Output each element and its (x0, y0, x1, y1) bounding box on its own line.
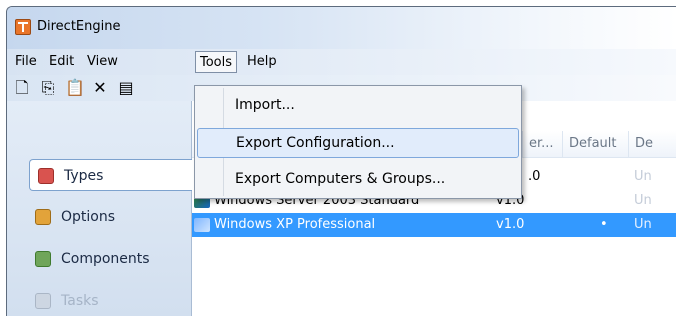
menu-view[interactable]: View (83, 53, 122, 71)
app-icon (15, 19, 31, 35)
types-icon (38, 168, 54, 184)
title-bar[interactable]: DirectEngine (7, 7, 676, 49)
menu-item-export-computers-groups[interactable]: Export Computers & Groups... (197, 164, 519, 194)
window-title: DirectEngine (37, 19, 121, 34)
menu-item-export-configuration[interactable]: Export Configuration... (197, 128, 519, 158)
row-default: • (600, 217, 608, 232)
menu-edit[interactable]: Edit (45, 53, 78, 71)
column-default[interactable]: Default (562, 131, 628, 157)
row-version: v1.0 (496, 217, 525, 232)
nav-label-components: Components (61, 251, 150, 267)
nav-label-tasks: Tasks (61, 293, 99, 309)
nav-label-options: Options (61, 209, 116, 225)
row-description: Un (634, 217, 652, 232)
nav-item-tasks[interactable]: Tasks (27, 285, 191, 316)
options-icon (35, 209, 51, 225)
column-description[interactable]: De (628, 131, 676, 157)
menu-bar: File Edit View Tools Help (7, 49, 676, 75)
menu-item-import[interactable]: Import... (197, 90, 519, 120)
properties-icon[interactable]: ▤ (117, 79, 135, 97)
tasks-icon (35, 293, 51, 309)
nav-label-types: Types (64, 168, 104, 184)
column-version[interactable]: er... (522, 131, 562, 157)
tools-dropdown-menu: Import... Export Configuration... Export… (194, 85, 522, 199)
row-version: .0 (528, 169, 541, 184)
new-icon[interactable]: 🗋 (13, 79, 31, 97)
row-name: Windows XP Professional (214, 217, 376, 232)
menu-help[interactable]: Help (243, 53, 281, 71)
delete-icon[interactable]: ✕ (91, 79, 109, 97)
nav-item-types[interactable]: Types (29, 159, 192, 191)
nav-item-options[interactable]: Options (27, 201, 191, 233)
os-icon (194, 218, 210, 232)
table-row-selected[interactable]: Windows XP Professional v1.0 • Un (192, 213, 676, 237)
nav-item-components[interactable]: Components (27, 243, 191, 275)
paste-icon[interactable]: 📋 (65, 79, 85, 97)
components-icon (35, 251, 51, 267)
menu-file[interactable]: File (11, 53, 41, 71)
row-description: Un (634, 193, 652, 208)
navigation-pane: Types Options Components Tasks (7, 101, 192, 316)
row-description: Un (634, 169, 652, 184)
copy-icon[interactable]: ⎘ (39, 79, 57, 97)
menu-tools[interactable]: Tools (195, 51, 238, 73)
